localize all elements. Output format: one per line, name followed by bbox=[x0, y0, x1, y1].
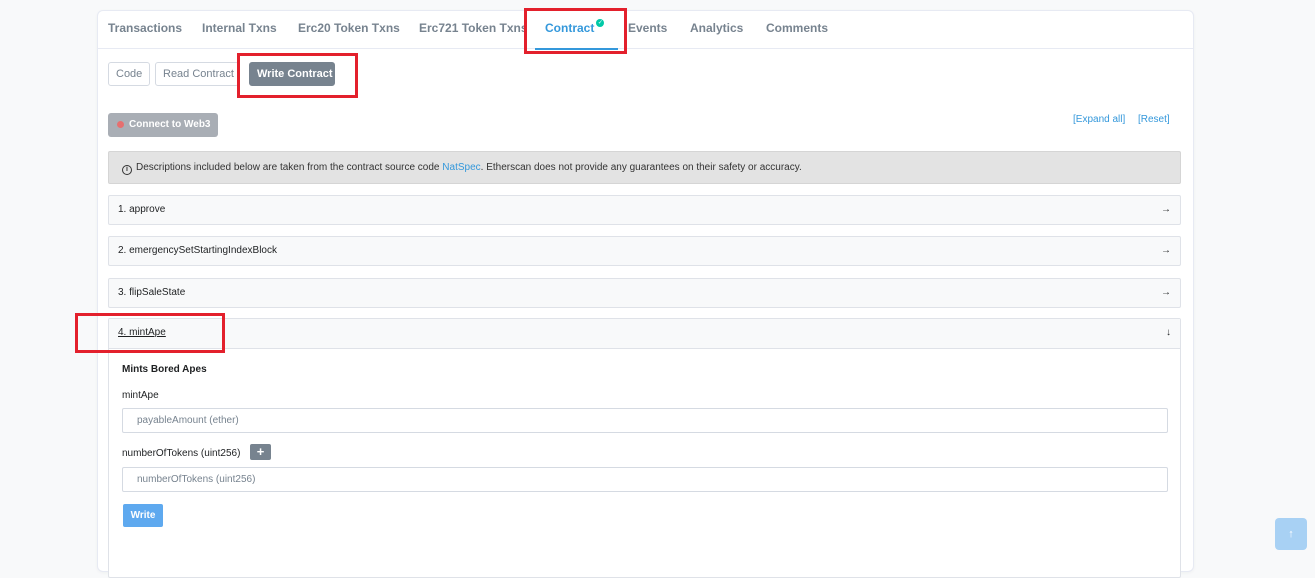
number-of-tokens-input[interactable] bbox=[122, 467, 1168, 492]
tab-contract[interactable]: Contract ✓ bbox=[534, 11, 619, 50]
notice-text-before: Descriptions included below are taken fr… bbox=[136, 162, 443, 173]
write-contract-button[interactable]: Write Contract bbox=[249, 62, 335, 86]
function-label: 3. flipSaleState bbox=[118, 287, 186, 298]
mint-ape-field-label: mintApe bbox=[122, 390, 159, 401]
tab-erc20-token-txns[interactable]: Erc20 Token Txns bbox=[298, 11, 400, 48]
notice-text-after: . Etherscan does not provide any guarant… bbox=[480, 162, 802, 173]
info-icon: i bbox=[122, 165, 132, 175]
tab-events[interactable]: Events bbox=[628, 11, 667, 48]
natspec-link[interactable]: NatSpec bbox=[442, 162, 480, 173]
function-emergency-set-starting-index-block[interactable]: 2. emergencySetStartingIndexBlock → bbox=[108, 236, 1181, 266]
function-approve[interactable]: 1. approve → bbox=[108, 195, 1181, 225]
arrow-up-icon: ↑ bbox=[1288, 528, 1294, 540]
arrow-right-icon: → bbox=[1161, 287, 1171, 298]
write-button[interactable]: Write bbox=[123, 504, 163, 527]
add-multiplier-button[interactable]: + bbox=[250, 444, 271, 460]
natspec-notice: i Descriptions included below are taken f… bbox=[108, 151, 1181, 184]
function-mint-ape-panel: 4. mintApe ↓ Mints Bored Apes mintApe nu… bbox=[108, 318, 1181, 578]
function-label: 1. approve bbox=[118, 204, 166, 215]
connect-web3-label: Connect to Web3 bbox=[129, 119, 211, 130]
tab-contract-label: Contract bbox=[545, 21, 595, 35]
check-circle-icon: ✓ bbox=[596, 19, 605, 27]
expand-all-link[interactable]: [Expand all] bbox=[1073, 114, 1125, 125]
function-label: 2. emergencySetStartingIndexBlock bbox=[118, 245, 277, 256]
function-label: 4. mintApe bbox=[118, 327, 166, 338]
tab-erc721-token-txns[interactable]: Erc721 Token Txns bbox=[419, 11, 528, 48]
contract-card: Transactions Internal Txns Erc20 Token T… bbox=[97, 10, 1194, 578]
payable-amount-input[interactable] bbox=[122, 408, 1168, 433]
code-button[interactable]: Code bbox=[108, 62, 150, 86]
number-of-tokens-label: numberOfTokens (uint256) bbox=[122, 448, 241, 459]
read-contract-button[interactable]: Read Contract bbox=[155, 62, 239, 86]
function-description: Mints Bored Apes bbox=[122, 364, 207, 375]
scroll-to-top-button[interactable]: ↑ bbox=[1275, 518, 1307, 550]
status-dot-icon bbox=[117, 121, 124, 128]
arrow-right-icon: → bbox=[1161, 204, 1171, 215]
tab-comments[interactable]: Comments bbox=[766, 11, 828, 48]
arrow-right-icon: → bbox=[1161, 245, 1171, 256]
tab-bar: Transactions Internal Txns Erc20 Token T… bbox=[98, 11, 1193, 50]
function-mint-ape[interactable]: 4. mintApe ↓ bbox=[109, 319, 1180, 349]
tab-internal-txns[interactable]: Internal Txns bbox=[202, 11, 277, 48]
tab-analytics[interactable]: Analytics bbox=[690, 11, 743, 48]
connect-web3-button[interactable]: Connect to Web3 bbox=[108, 113, 218, 137]
arrow-down-icon: ↓ bbox=[1166, 327, 1171, 338]
reset-link[interactable]: [Reset] bbox=[1138, 114, 1170, 125]
tab-transactions[interactable]: Transactions bbox=[108, 11, 182, 48]
function-flip-sale-state[interactable]: 3. flipSaleState → bbox=[108, 278, 1181, 308]
